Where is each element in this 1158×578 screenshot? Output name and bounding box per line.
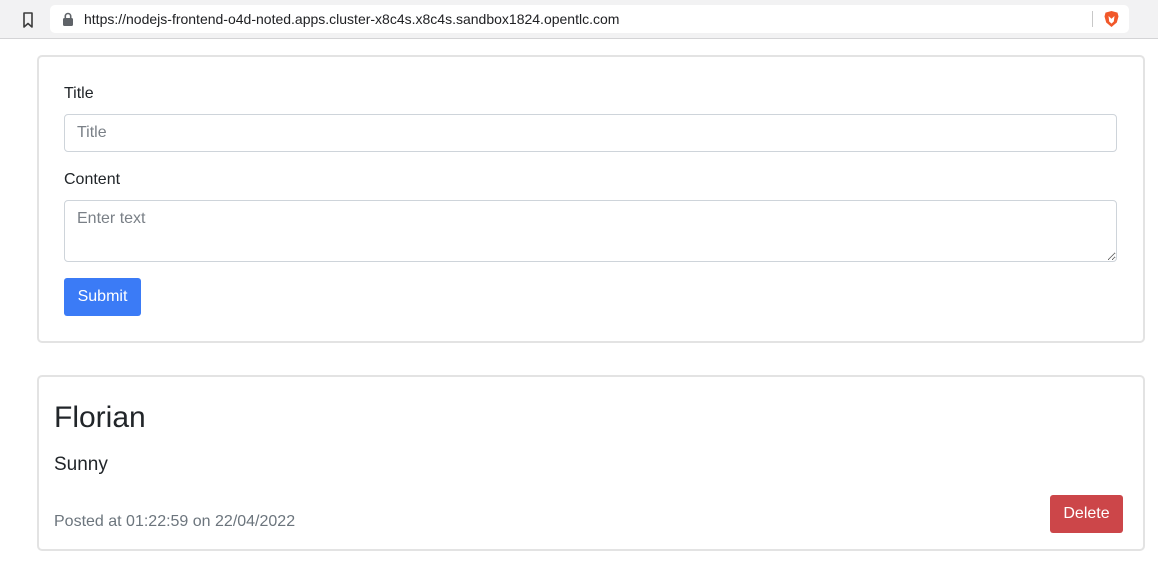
delete-button[interactable]: Delete xyxy=(1050,495,1123,533)
note-title: Florian xyxy=(54,401,146,434)
bookmark-icon[interactable] xyxy=(20,11,36,29)
title-label: Title xyxy=(64,85,94,102)
content-label: Content xyxy=(64,171,121,188)
new-note-form-card: Title Content Submit xyxy=(37,55,1145,343)
note-content: Sunny xyxy=(54,454,108,475)
url-text[interactable]: https://nodejs-frontend-o4d-noted.apps.c… xyxy=(84,11,619,27)
content-textarea[interactable] xyxy=(64,200,1117,262)
browser-toolbar: https://nodejs-frontend-o4d-noted.apps.c… xyxy=(0,0,1158,39)
address-bar[interactable]: https://nodejs-frontend-o4d-noted.apps.c… xyxy=(50,5,1129,33)
lock-icon xyxy=(63,12,73,26)
brave-shield-icon[interactable] xyxy=(1103,10,1120,28)
url-separator xyxy=(1092,11,1093,27)
note-timestamp: Posted at 01:22:59 on 22/04/2022 xyxy=(54,513,296,530)
note-card: Florian Sunny Posted at 01:22:59 on 22/0… xyxy=(37,375,1145,551)
submit-button[interactable]: Submit xyxy=(64,278,141,316)
title-input[interactable] xyxy=(64,114,1117,152)
